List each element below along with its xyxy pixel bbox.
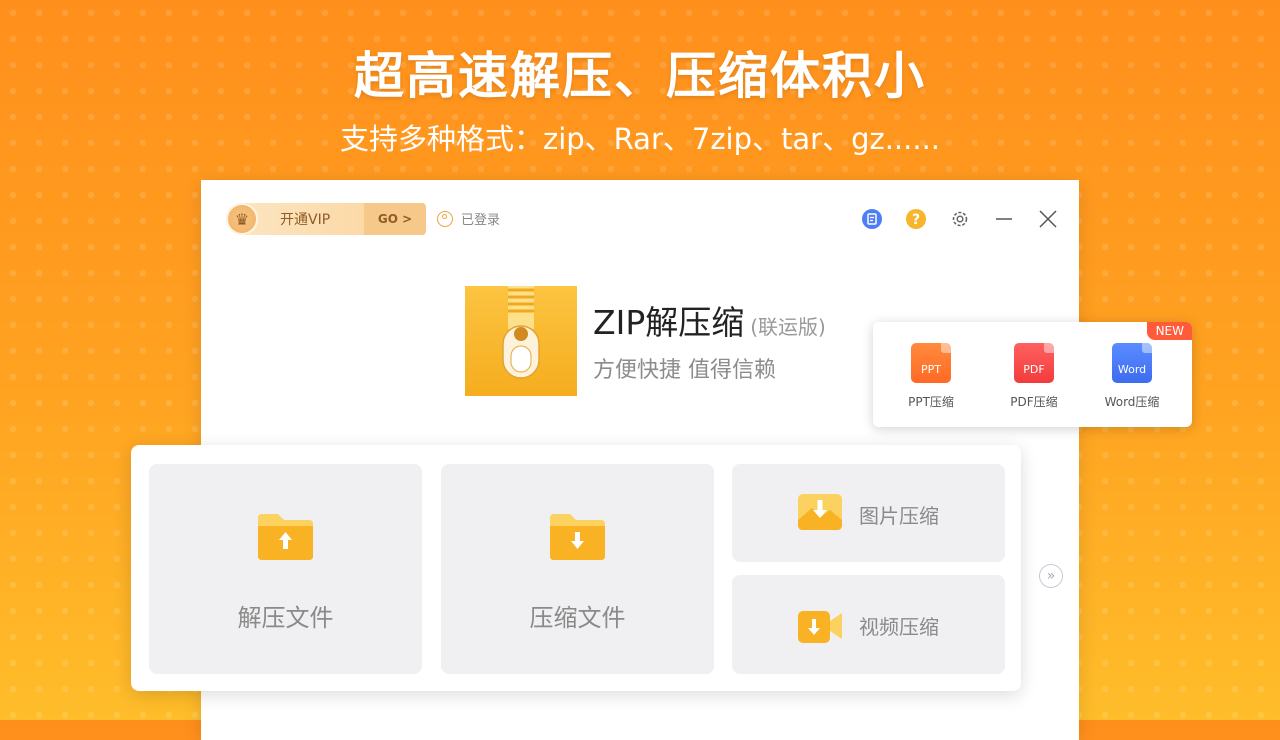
vip-go-button[interactable]: GO >	[364, 203, 426, 235]
actions-panel: 解压文件 压缩文件 图片压缩 视频压缩	[131, 445, 1021, 691]
zip-logo	[465, 286, 577, 396]
pdf-compress-button[interactable]: PDF PDF压缩	[994, 343, 1074, 410]
folder-upload-icon	[258, 512, 313, 562]
app-title-text: ZIP解压缩	[593, 303, 745, 342]
ppt-icon-text: PPT	[921, 363, 941, 376]
ppt-compress-button[interactable]: PPT PPT压缩	[891, 343, 971, 410]
word-compress-button[interactable]: Word Word压缩	[1092, 343, 1172, 410]
video-icon	[798, 609, 842, 647]
settings-icon[interactable]	[949, 208, 971, 230]
tools-popup: NEW PPT PPT压缩 PDF PDF压缩 Word Word压缩	[873, 322, 1192, 427]
more-tools-icon[interactable]: »	[1039, 564, 1063, 588]
feedback-icon[interactable]	[861, 208, 883, 230]
word-icon-text: Word	[1117, 363, 1147, 376]
banner-headline: 超高速解压、压缩体积小	[354, 47, 926, 105]
banner-subline: 支持多种格式：zip、Rar、7zip、tar、gz......	[339, 122, 941, 156]
image-compress-label: 图片压缩	[859, 504, 939, 528]
image-compress-button[interactable]: 图片压缩	[732, 464, 1005, 562]
image-icon	[798, 494, 842, 534]
login-status[interactable]: 已登录	[437, 209, 500, 228]
vip-label: 开通VIP	[280, 212, 331, 228]
video-compress-button[interactable]: 视频压缩	[732, 575, 1005, 674]
compress-file-button[interactable]: 压缩文件	[441, 464, 714, 674]
app-slogan: 方便快捷 值得信赖	[593, 358, 776, 383]
app-title: ZIP解压缩 (联运版)	[593, 296, 826, 344]
pdf-icon-text: PDF	[1023, 363, 1045, 376]
help-icon[interactable]: ?	[905, 208, 927, 230]
extract-file-button[interactable]: 解压文件	[149, 464, 422, 674]
ppt-compress-label: PPT压缩	[908, 395, 954, 409]
pdf-icon: PDF	[1014, 343, 1054, 383]
vip-button[interactable]: ♛ 开通VIP GO >	[226, 203, 426, 235]
crown-icon: ♛	[226, 203, 258, 235]
video-compress-label: 视频压缩	[859, 615, 939, 639]
extract-file-label: 解压文件	[237, 604, 334, 632]
close-icon[interactable]	[1037, 208, 1059, 230]
folder-download-icon	[550, 512, 605, 562]
user-icon	[437, 210, 453, 227]
ppt-icon: PPT	[911, 343, 951, 383]
svg-text:?: ?	[912, 212, 920, 228]
compress-file-label: 压缩文件	[529, 604, 626, 632]
word-icon: Word	[1112, 343, 1152, 383]
pdf-compress-label: PDF压缩	[1010, 395, 1058, 409]
word-compress-label: Word压缩	[1104, 395, 1160, 409]
minimize-icon[interactable]	[993, 208, 1015, 230]
new-badge: NEW	[1146, 322, 1192, 340]
app-edition: (联运版)	[750, 315, 826, 339]
login-status-label: 已登录	[461, 213, 501, 228]
